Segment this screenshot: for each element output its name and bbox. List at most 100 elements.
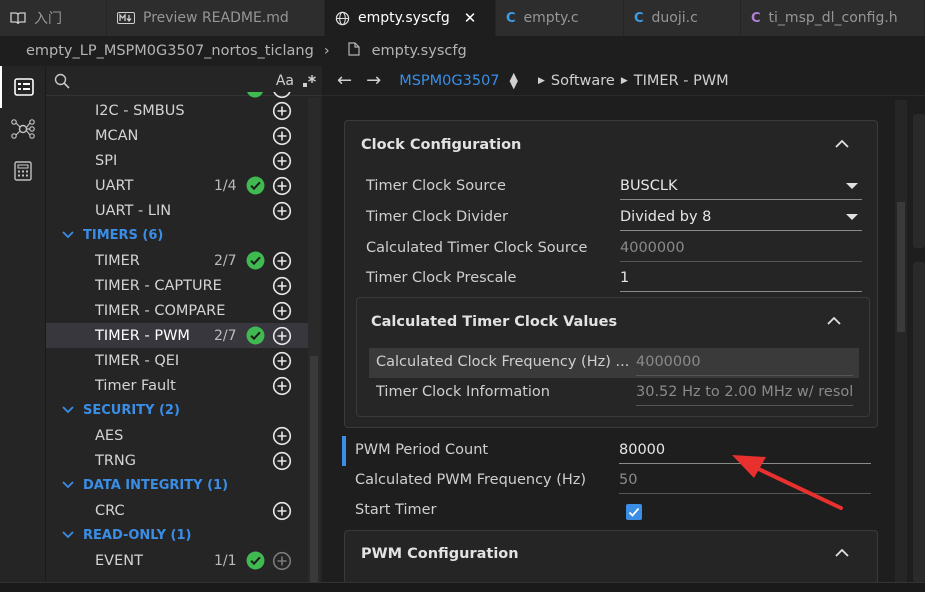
add-circle-icon[interactable] <box>272 126 292 146</box>
category-read-only-1[interactable]: READ-ONLY (1) <box>46 523 308 548</box>
calc-clock-frequency-label: Calculated Clock Frequency (Hz) ... <box>376 354 630 370</box>
calc-timer-clock-source-label: Calculated Timer Clock Source <box>366 240 588 256</box>
sidebar-item-crc[interactable]: CRC <box>46 498 308 523</box>
sidebar-item-label: UART <box>95 177 134 194</box>
match-case-toggle[interactable]: Aa <box>276 73 294 89</box>
module-list: I2C - SMBUS MCAN SPI UART 1/4 UART - LIN TIMER… <box>46 98 308 573</box>
calc-clock-frequency-value: 4000000 <box>636 352 853 376</box>
sidebar-item-label: Timer Fault <box>95 377 176 394</box>
sidebar-item-timer-fault[interactable]: Timer Fault <box>46 373 308 398</box>
tab-ti-msp-dl-config-h[interactable]: C ti_msp_dl_config.h <box>741 0 925 36</box>
timer-clock-divider-select[interactable]: Divided by 8 <box>620 207 862 231</box>
nav-crumb-module[interactable]: TIMER - PWM <box>634 73 729 89</box>
h-file-icon: C <box>751 10 761 26</box>
editor-tab-bar: 入门 Preview README.md empty.syscfg ✕ C em… <box>0 0 925 36</box>
sidebar-item-i2c-smbus[interactable]: I2C - SMBUS <box>46 98 308 123</box>
timer-clock-prescale-input[interactable]: 1 <box>620 268 862 292</box>
sidebar-item-mcan[interactable]: MCAN <box>46 123 308 148</box>
nav-crumb-software[interactable]: Software <box>551 73 615 89</box>
timer-clock-info-row: Timer Clock Information 30.52 Hz to 2.00… <box>357 379 871 407</box>
chevron-up-icon[interactable] <box>835 139 849 149</box>
sidebar-item-trng[interactable]: TRNG <box>46 448 308 473</box>
add-circle-icon[interactable] <box>272 426 292 446</box>
tab-empty-syscfg[interactable]: empty.syscfg ✕ <box>325 0 496 36</box>
category-data-integrity-1[interactable]: DATA INTEGRITY (1) <box>46 473 308 498</box>
calc-clock-values-title: Calculated Timer Clock Values <box>371 314 618 330</box>
chevron-down-icon <box>62 231 74 239</box>
sidebar-item-aes[interactable]: AES <box>46 423 308 448</box>
sidebar-item-timer-compare[interactable]: TIMER - COMPARE <box>46 298 308 323</box>
back-arrow-icon[interactable]: ← <box>337 70 352 91</box>
software-view-button[interactable] <box>0 66 46 108</box>
sidebar-item-uart-lin[interactable]: UART - LIN <box>46 198 308 223</box>
sort-updown-icon[interactable]: ▲ ▼ <box>510 71 518 90</box>
add-circle-icon[interactable] <box>272 551 292 571</box>
category-timers-6[interactable]: TIMERS (6) <box>46 223 308 248</box>
timer-clock-source-label: Timer Clock Source <box>366 178 506 194</box>
add-circle-icon[interactable] <box>272 351 292 371</box>
close-icon[interactable]: ✕ <box>464 9 477 27</box>
start-timer-row: Start Timer <box>334 496 896 524</box>
dropdown-arrow-icon <box>846 214 858 220</box>
add-circle-icon[interactable] <box>272 176 292 196</box>
sidebar-item-event[interactable]: EVENT 1/1 <box>46 548 308 573</box>
tab-preview-readme[interactable]: Preview README.md <box>107 0 325 36</box>
check-circle-icon <box>246 251 265 270</box>
network-view-button[interactable] <box>0 108 46 150</box>
add-circle-icon[interactable] <box>272 326 292 346</box>
chevron-right-icon: ▶ <box>620 75 628 86</box>
category-security-2[interactable]: SECURITY (2) <box>46 398 308 423</box>
sidebar-item-spi[interactable]: SPI <box>46 148 308 173</box>
sidebar-item-timer-qei[interactable]: TIMER - QEI <box>46 348 308 373</box>
instance-count: 2/7 <box>214 252 237 269</box>
chevron-up-icon[interactable] <box>835 548 849 558</box>
sidebar-item-label: TIMER - CAPTURE <box>95 277 222 294</box>
category-label: TIMERS (6) <box>83 228 164 243</box>
calculator-view-button[interactable] <box>0 150 46 192</box>
content-scrollbar-track[interactable] <box>895 100 907 582</box>
content-scrollbar-thumb[interactable] <box>897 202 905 332</box>
add-circle-icon[interactable] <box>272 201 292 221</box>
sidebar-scrollbar-thumb[interactable] <box>310 356 318 582</box>
tab-duoji-c[interactable]: C duoji.c <box>624 0 741 36</box>
timer-clock-info-value: 30.52 Hz to 2.00 MHz w/ resolu <box>636 382 853 406</box>
add-circle-icon[interactable] <box>272 301 292 321</box>
regex-icon[interactable] <box>302 74 316 88</box>
config-main-panel: ← → MSPM0G3507 ▲ ▼ ▶ Software ▶ TIMER - P… <box>323 66 925 592</box>
start-timer-checkbox[interactable] <box>626 504 642 520</box>
sidebar-item-timer[interactable]: TIMER 2/7 <box>46 248 308 273</box>
add-circle-icon[interactable] <box>272 451 292 471</box>
pwm-config-title: PWM Configuration <box>361 546 519 562</box>
pwm-frequency-row: Calculated PWM Frequency (Hz) 50 <box>334 466 896 494</box>
sidebar-item-label: UART - LIN <box>95 202 172 219</box>
breadcrumb-project[interactable]: empty_LP_MSPM0G3507_nortos_ticlang <box>26 43 314 59</box>
tab-empty-c[interactable]: C empty.c <box>496 0 624 36</box>
chevron-up-icon[interactable] <box>827 316 841 326</box>
checkmark-icon <box>628 507 640 517</box>
timer-clock-source-select[interactable]: BUSCLK <box>620 176 862 200</box>
tab-getting-started[interactable]: 入门 <box>0 0 107 36</box>
right-panel-section <box>913 262 925 582</box>
forward-arrow-icon[interactable]: → <box>366 70 381 91</box>
pwm-frequency-value: 50 <box>619 470 871 494</box>
add-circle-icon[interactable] <box>272 276 292 296</box>
add-circle-icon[interactable] <box>272 376 292 396</box>
calc-clock-values-card: Calculated Timer Clock Values Calculated… <box>356 297 870 417</box>
timer-clock-info-label: Timer Clock Information <box>376 384 550 400</box>
sidebar-item-timer-pwm[interactable]: TIMER - PWM 2/7 <box>46 323 308 348</box>
sidebar-item-uart[interactable]: UART 1/4 <box>46 173 308 198</box>
pwm-period-count-input[interactable]: 80000 <box>619 440 871 464</box>
check-circle-icon <box>246 551 265 570</box>
add-circle-icon[interactable] <box>272 251 292 271</box>
device-selector[interactable]: MSPM0G3507 <box>399 73 499 89</box>
sidebar-item-timer-capture[interactable]: TIMER - CAPTURE <box>46 273 308 298</box>
add-circle-icon[interactable] <box>272 501 292 521</box>
c-file-icon: C <box>506 10 516 26</box>
search-icon[interactable] <box>54 73 70 89</box>
sidebar-item-label: CRC <box>95 502 125 519</box>
category-label: DATA INTEGRITY (1) <box>83 478 229 493</box>
breadcrumb-file[interactable]: empty.syscfg <box>372 43 467 59</box>
calculator-icon <box>14 161 32 181</box>
add-circle-icon[interactable] <box>272 101 292 121</box>
add-circle-icon[interactable] <box>272 151 292 171</box>
